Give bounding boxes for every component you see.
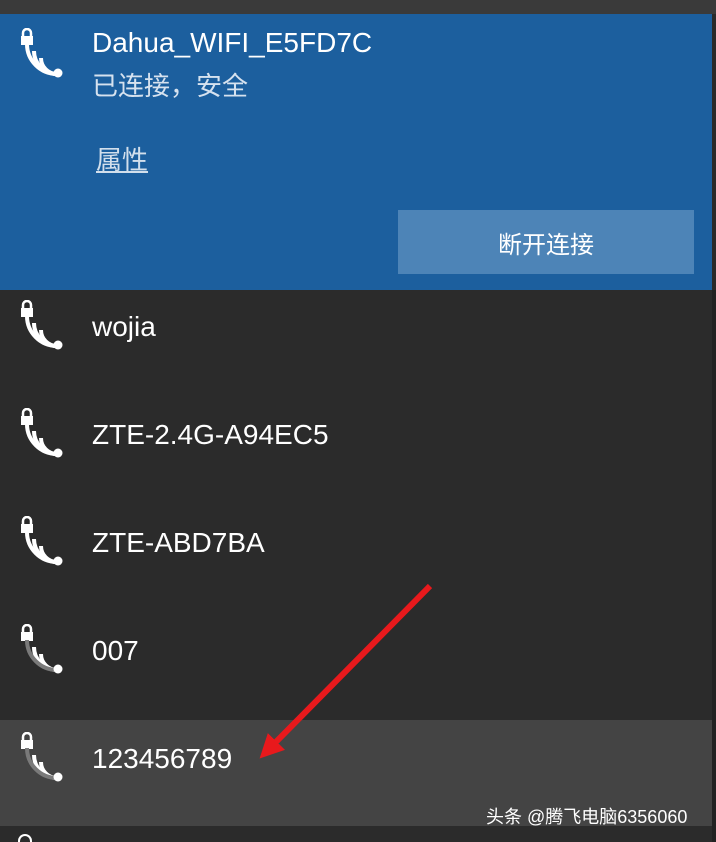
network-item-zte-abd7ba[interactable]: ZTE-ABD7BA — [0, 506, 712, 612]
connected-network-panel[interactable]: Dahua_WIFI_E5FD7C 已连接，安全 属性 断开连接 — [0, 14, 716, 290]
network-ssid: ZTE-2.4G-A94EC5 — [92, 419, 329, 450]
top-strip — [0, 0, 716, 14]
secured-wifi-weak-icon — [18, 732, 68, 784]
secured-wifi-icon — [18, 300, 68, 352]
network-ssid: 123456789 — [92, 743, 233, 774]
connection-status: 已连接，安全 — [92, 71, 249, 101]
network-item-007[interactable]: 007 — [0, 614, 712, 720]
next-item-peek — [18, 834, 32, 842]
network-ssid: wojia — [92, 311, 156, 342]
secured-wifi-icon — [18, 516, 68, 568]
network-item-zte-2.4g[interactable]: ZTE-2.4G-A94EC5 — [0, 398, 712, 504]
scrollbar-track[interactable] — [712, 290, 716, 842]
secured-wifi-weak-icon — [18, 624, 68, 676]
connected-ssid: Dahua_WIFI_E5FD7C — [92, 27, 373, 58]
network-ssid: 007 — [92, 635, 139, 666]
secured-wifi-icon — [18, 408, 68, 460]
watermark-text: 头条 @腾飞电脑6356060 — [486, 807, 688, 827]
secured-wifi-icon — [18, 28, 68, 80]
disconnect-button[interactable]: 断开连接 — [398, 210, 694, 274]
properties-link[interactable]: 属性 — [96, 140, 148, 177]
network-item-wojia[interactable]: wojia — [0, 290, 712, 396]
network-ssid: ZTE-ABD7BA — [92, 527, 265, 558]
